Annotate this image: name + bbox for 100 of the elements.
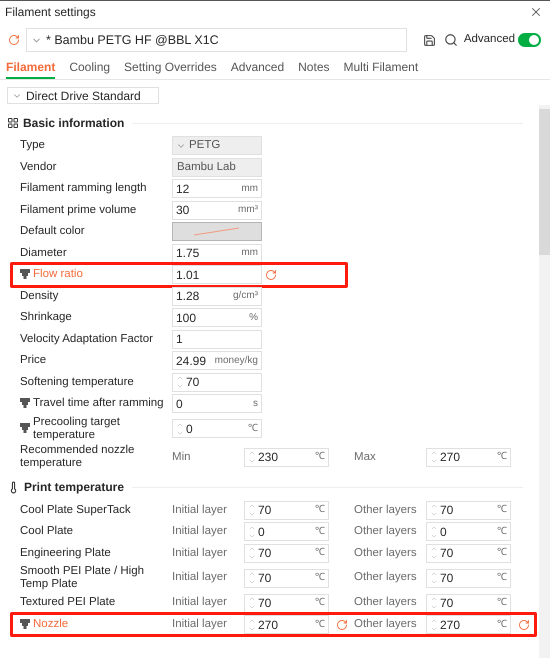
setting-label: Textured PEI Plate [20,596,116,610]
sub-label: Other layers [354,595,418,610]
field-value: 70 [440,572,454,584]
reset-icon[interactable] [518,618,530,631]
search-icon[interactable] [444,33,458,47]
input-field[interactable]: 70 ℃ [426,594,511,613]
unit-label: ℃ [315,573,325,584]
field-value: 70 [258,547,272,560]
input-field[interactable]: 70 [172,372,262,392]
tab[interactable]: Setting Overrides [124,58,217,79]
input-field[interactable]: 270 ℃ [426,448,511,467]
unit-label: ℃ [315,620,325,630]
input-field[interactable]: 24.99 money/kg [172,351,262,370]
field-value: 1.01 [176,268,200,281]
input-field[interactable]: 70 ℃ [426,544,511,563]
unit-label: money/kg [214,356,258,366]
field-value: 1.75 [176,247,200,260]
tab[interactable]: Cooling [69,58,110,79]
field-value: 70 [258,597,272,610]
type-dropdown[interactable]: PETG [172,136,262,156]
setting-label: Flow ratio [33,268,83,282]
unit-label: ℃ [497,620,507,630]
input-field[interactable]: 0 s [172,394,262,414]
reset-icon[interactable] [336,618,348,631]
reset-icon[interactable] [8,34,20,46]
color-swatch[interactable] [172,222,262,242]
setting-label: Vendor [20,160,56,174]
setting-label: Nozzle [33,618,68,632]
sub-label: Other layers [354,502,418,518]
setting-label: Precooling target temperature [33,416,121,442]
field-value: 70 [258,572,272,584]
scrollbar[interactable] [539,105,550,658]
unit-label: g/cm³ [233,291,258,302]
field-value: 270 [258,618,280,631]
input-field[interactable]: 230 ℃ [244,448,329,467]
grid-icon [7,117,19,129]
section-title: Basic information [23,115,124,132]
setting-label: Shrinkage [20,311,72,324]
unit-label: ℃ [248,424,258,434]
sub-label: Other layers [354,570,418,586]
input-field[interactable]: 100 % [172,308,262,328]
input-field[interactable]: 270 ℃ [244,615,329,634]
reset-icon[interactable] [265,268,277,281]
input-field[interactable]: 1.01 [172,265,262,284]
setting-label: Density [20,290,58,303]
input-field[interactable]: 0 ℃ [244,522,329,542]
unit-label: ℃ [497,548,507,558]
input-field[interactable]: 70 ℃ [244,500,329,520]
field-value: 12 [176,182,190,195]
input-field[interactable]: 12 mm [172,179,262,198]
field-value: 270 [440,618,462,631]
sub-label: Other layers [354,546,418,560]
input-field[interactable]: 1 [172,330,262,349]
save-icon[interactable] [422,34,436,46]
tab[interactable]: Notes [298,58,330,79]
unit-label: mm [241,184,258,194]
input-field[interactable]: 70 ℃ [426,500,511,520]
tab[interactable]: Multi Filament [344,58,418,79]
setting-label: Default color [20,225,85,238]
sub-label: Max [354,450,377,465]
preset-dropdown[interactable]: * Bambu PETG HF @BBL X1C [26,28,407,52]
close-icon[interactable] [529,5,543,19]
field-value: 30 [176,204,190,216]
unit-label: ℃ [497,505,507,516]
unit-label: ℃ [497,598,507,608]
setting-label: Filament prime volume [20,204,136,217]
input-field[interactable]: 70 ℃ [244,544,329,563]
input-field[interactable]: 1.28 g/cm³ [172,286,262,306]
field-value: 70 [258,504,272,516]
setting-label: Travel time after ramming [33,397,164,410]
advanced-toggle[interactable] [518,33,541,47]
unit-label: % [249,312,258,323]
field-value: 100 [176,312,198,324]
unit-label: ℃ [497,573,507,584]
field-value: 70 [186,376,200,388]
setting-label: Softening temperature [20,376,134,389]
field-value: 1.28 [176,290,200,302]
input-field[interactable]: 0 ℃ [426,522,511,542]
unit-label: ℃ [497,452,507,462]
input-field[interactable]: 30 mm³ [172,200,262,220]
input-field[interactable]: 270 ℃ [426,615,511,634]
field-value: 70 [440,597,454,610]
input-field[interactable]: 70 ℃ [244,594,329,613]
input-field[interactable]: 0 ℃ [172,419,262,438]
setting-label: Recommended nozzle temperature [20,444,136,470]
setting-label: Velocity Adaptation Factor [20,332,153,346]
setting-label: Type [20,139,45,152]
setting-label: Price [20,354,46,368]
sub-label: Other layers [354,524,418,539]
field-value: 0 [258,526,266,538]
input-field[interactable]: 70 ℃ [426,568,511,588]
tab[interactable]: Advanced [230,58,284,79]
input-field[interactable]: 70 ℃ [244,568,329,588]
extruder-dropdown[interactable]: Direct Drive Standard [7,87,159,104]
input-field[interactable]: 1.75 mm [172,244,262,263]
field-value: 0 [176,398,184,410]
unit-label: ℃ [315,526,325,537]
field-value: 0 [440,526,448,538]
unit-label: mm³ [238,205,258,216]
field-value: 1 [176,333,184,346]
